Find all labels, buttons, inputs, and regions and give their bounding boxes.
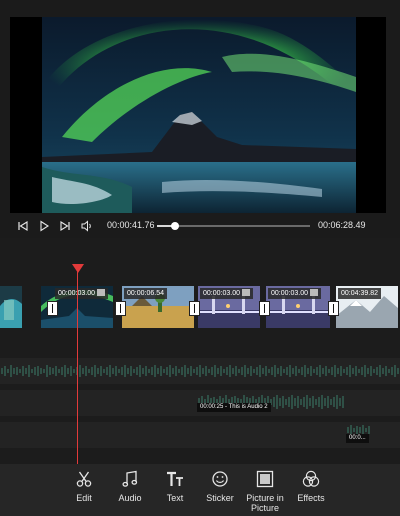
clip-duration: 00:00:06.54 xyxy=(124,288,167,299)
smiley-icon xyxy=(212,471,228,487)
transition-marker[interactable] xyxy=(189,301,200,316)
transition-marker[interactable] xyxy=(115,301,126,316)
image-icon xyxy=(96,289,105,296)
transition-marker[interactable] xyxy=(47,301,58,316)
seek-thumb[interactable] xyxy=(171,222,180,230)
aurora-landscape-image xyxy=(42,17,356,213)
clip-duration: 00:00:03.00 xyxy=(55,288,108,299)
transition-marker[interactable] xyxy=(328,301,339,316)
video-frame[interactable] xyxy=(42,17,356,213)
clip-duration: 00:00:03.00 xyxy=(200,288,253,299)
total-time: 00:06:28.49 xyxy=(318,220,366,230)
text-icon xyxy=(167,471,183,486)
previous-frame-icon[interactable] xyxy=(16,219,30,233)
next-frame-icon[interactable] xyxy=(58,219,72,233)
letterbox-left xyxy=(10,17,42,213)
clip-5[interactable]: 00:04:39.82 xyxy=(336,286,398,328)
audio-waveform xyxy=(1,365,399,377)
player-controls: 00:00:41.76 00:06:28.49 xyxy=(0,213,400,238)
clip-duration: 00:00:03.00 xyxy=(268,288,321,299)
current-time: 00:00:41.76 xyxy=(107,220,155,230)
clip-2[interactable]: 00:00:06.54 xyxy=(122,286,194,328)
video-preview xyxy=(0,0,400,238)
clip-partial[interactable] xyxy=(0,286,22,328)
letterbox-right xyxy=(356,17,386,213)
playhead-handle[interactable] xyxy=(72,264,84,273)
scissors-icon xyxy=(76,471,92,487)
clip-duration: 00:04:39.82 xyxy=(338,288,381,299)
timeline[interactable]: 00:00:03.00 00:00:06.54 00:00:03.00 00:0… xyxy=(0,238,400,464)
music-note-icon xyxy=(122,470,138,487)
bottom-toolbar: Edit Audio Text Sticker Picture in Pictu… xyxy=(0,464,400,516)
clip-thumbnail xyxy=(0,286,22,328)
effects-icon xyxy=(302,470,320,487)
image-icon xyxy=(309,289,318,296)
audio-track-2[interactable]: 00:00:25 - This is Audio 2 xyxy=(0,390,400,416)
image-icon xyxy=(256,470,274,488)
effects-button[interactable]: Effects xyxy=(284,469,338,503)
clip-4[interactable]: 00:00:03.00 xyxy=(266,286,330,328)
clip-3[interactable]: 00:00:03.00 xyxy=(198,286,260,328)
audio-clip-label: 00:00:25 - This is Audio 2 xyxy=(197,403,271,412)
timeline-ruler xyxy=(0,238,400,258)
audio-track-3[interactable]: 00:0... xyxy=(0,422,400,448)
effects-label: Effects xyxy=(297,493,325,503)
video-track: 00:00:03.00 00:00:06.54 00:00:03.00 00:0… xyxy=(0,286,400,328)
seek-bar[interactable] xyxy=(157,222,310,230)
volume-icon[interactable] xyxy=(80,219,94,233)
audio-clip-label: 00:0... xyxy=(346,434,369,443)
playhead-line[interactable] xyxy=(77,268,78,464)
image-icon xyxy=(241,289,250,296)
play-icon[interactable] xyxy=(37,219,51,233)
audio-track-1[interactable] xyxy=(0,358,400,384)
transition-marker[interactable] xyxy=(259,301,270,316)
